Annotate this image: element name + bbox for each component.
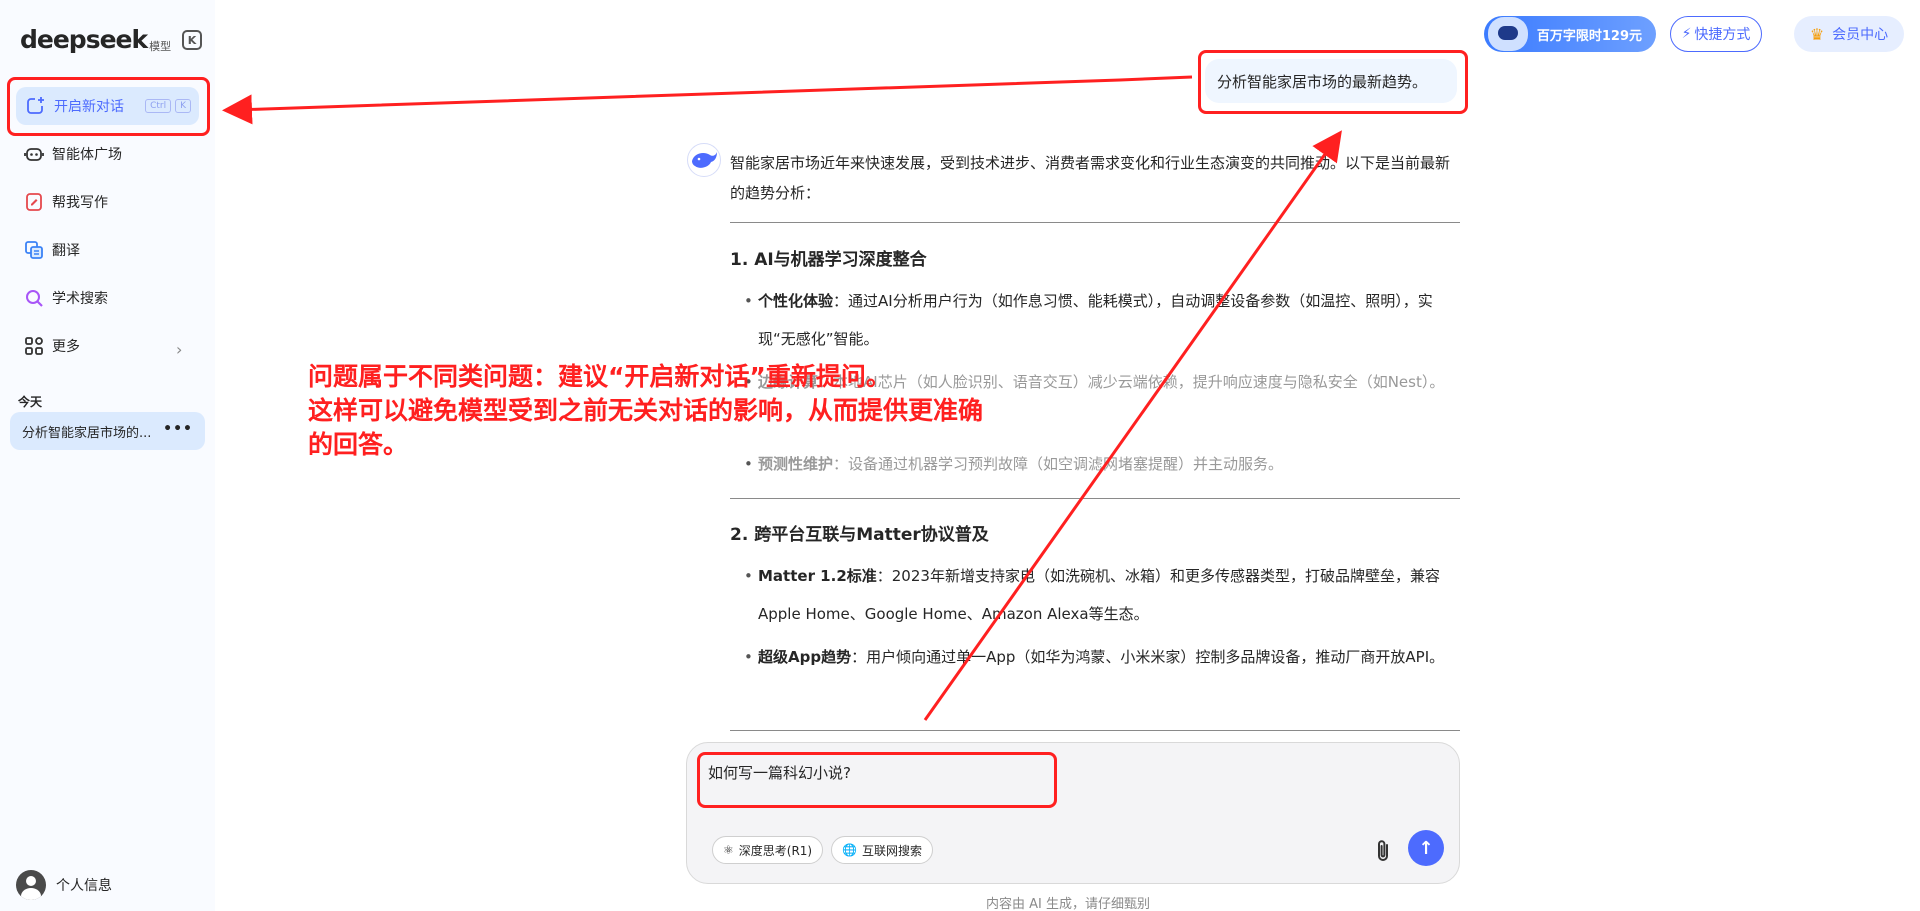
search-icon: [26, 290, 43, 307]
bullet-text: ：用户倾向通过单一App（如华为鸿蒙、小米米家）控制多品牌设备，推动厂商开放AP…: [851, 648, 1445, 666]
globe-icon: 🌐: [842, 843, 857, 857]
annotation-line: 的回答。: [308, 430, 409, 459]
section-header-today: 今天: [18, 395, 43, 409]
history-item-title: 分析智能家居市场的...: [22, 425, 152, 441]
sidebar-item-label: 帮我写作: [52, 195, 108, 211]
logo-subtitle: 模型: [149, 40, 172, 53]
sidebar-item-label: 翻译: [52, 243, 80, 259]
web-search-label: 互联网搜索: [861, 843, 922, 858]
sidebar: deepseek 模型 K 开启新对话 Ctrl K 智能体广场 帮我写作 翻译…: [0, 0, 215, 911]
divider: [730, 730, 1460, 731]
promo-label: 百万字限时129元: [1536, 28, 1642, 44]
member-center-button[interactable]: ♛ 会员中心: [1794, 16, 1904, 52]
sidebar-item-translate[interactable]: 翻译: [24, 238, 80, 262]
deep-think-toggle[interactable]: ⚛ 深度思考(R1): [712, 836, 824, 864]
sidebar-item-more[interactable]: 更多: [24, 334, 80, 358]
history-item[interactable]: 分析智能家居市场的... •••: [10, 412, 205, 450]
deepseek-whale-icon: [687, 143, 721, 177]
shortcut-label: 快捷方式: [1694, 27, 1751, 43]
profile-label: 个人信息: [56, 878, 112, 894]
chevron-right-icon[interactable]: ›: [176, 340, 182, 359]
logo-text: deepseek: [20, 25, 148, 54]
atom-icon: ⚛: [723, 843, 734, 857]
avatar: [16, 870, 46, 900]
divider: [730, 498, 1460, 499]
divider: [730, 222, 1460, 223]
section-heading: 1. AI与机器学习深度整合: [730, 250, 927, 270]
translate-icon: [25, 241, 43, 259]
list-item: 个性化体验：通过AI分析用户行为（如作息习惯、能耗模式），自动调整设备参数（如温…: [744, 282, 1460, 358]
promo-banner[interactable]: 百万字限时129元: [1484, 16, 1656, 52]
pen-icon: [26, 193, 42, 211]
annotation-highlight-user-message: [1198, 50, 1468, 114]
logo[interactable]: deepseek 模型: [20, 26, 171, 54]
ai-disclaimer: 内容由 AI 生成，请仔细甄别: [986, 897, 1150, 911]
bolt-icon: ⚡: [1681, 26, 1692, 42]
assistant-intro: 智能家居市场近年来快速发展，受到技术进步、消费者需求变化和行业生态演变的共同推动…: [730, 154, 1451, 202]
section-heading: 2. 跨平台互联与Matter协议普及: [730, 525, 989, 545]
bullet-text: ：通过AI分析用户行为（如作息习惯、能耗模式），自动调整设备参数（如温控、照明）…: [758, 292, 1433, 348]
member-label: 会员中心: [1832, 27, 1889, 43]
sidebar-item-agents[interactable]: 智能体广场: [24, 142, 122, 166]
grid-icon: [25, 337, 43, 355]
send-button[interactable]: ↑: [1408, 830, 1444, 866]
deep-think-label: 深度思考(R1): [738, 843, 813, 858]
robot-mascot-icon: [1488, 17, 1528, 51]
sidebar-item-label: 学术搜索: [52, 291, 108, 307]
sidebar-item-label: 智能体广场: [52, 147, 122, 163]
annotation-highlight-new-chat: [7, 77, 210, 136]
sidebar-item-academic-search[interactable]: 学术搜索: [24, 286, 108, 310]
bullet-term: 超级App趋势: [758, 648, 852, 666]
paperclip-icon[interactable]: [1372, 838, 1394, 864]
annotation-line: 这样可以避免模型受到之前无关对话的影响，从而提供更准确: [308, 396, 984, 425]
sidebar-item-label: 更多: [52, 339, 80, 355]
web-search-toggle[interactable]: 🌐 互联网搜索: [831, 836, 933, 864]
bullet-term: 个性化体验: [758, 292, 834, 310]
sidebar-item-writing[interactable]: 帮我写作: [24, 190, 108, 214]
profile-button[interactable]: 个人信息: [16, 870, 112, 900]
list-item: 超级App趋势：用户倾向通过单一App（如华为鸿蒙、小米米家）控制多品牌设备，推…: [744, 638, 1460, 676]
collapse-sidebar-icon[interactable]: K: [182, 30, 202, 50]
annotation-note: 问题属于不同类问题：建议“开启新对话”重新提问。 这样可以避免模型受到之前无关对…: [308, 360, 1068, 462]
crown-icon: ♛: [1809, 24, 1825, 44]
bullet-term: Matter 1.2标准: [758, 567, 877, 585]
annotation-line: 问题属于不同类问题：建议“开启新对话”重新提问。: [308, 362, 891, 391]
robot-icon: [24, 148, 44, 161]
annotation-highlight-input: [697, 752, 1057, 808]
more-options-icon[interactable]: •••: [163, 421, 193, 437]
list-item: Matter 1.2标准：2023年新增支持家电（如洗碗机、冰箱）和更多传感器类…: [744, 557, 1460, 633]
shortcut-button[interactable]: ⚡ 快捷方式: [1670, 16, 1762, 52]
